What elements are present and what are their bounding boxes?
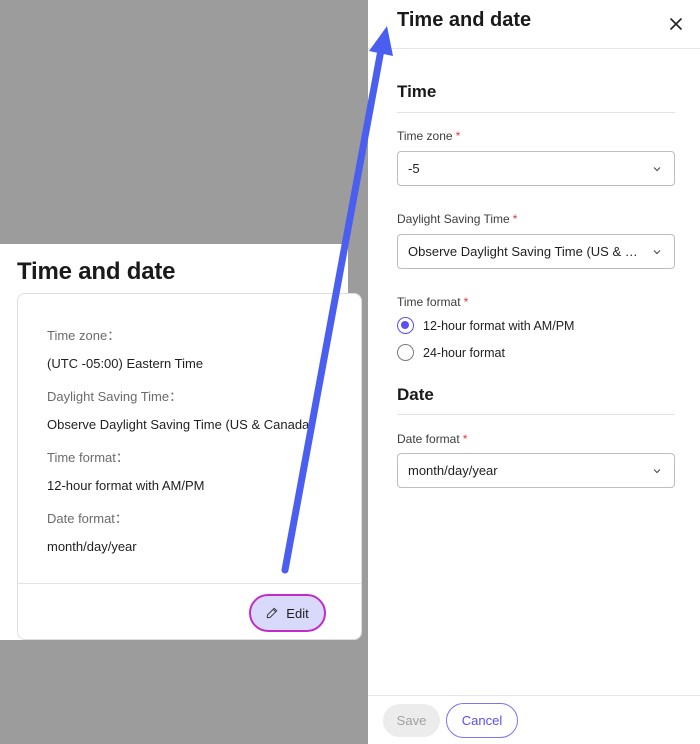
edit-button[interactable]: Edit <box>249 594 326 632</box>
card-title: Time and date <box>17 258 176 285</box>
chevron-down-icon <box>653 167 661 172</box>
date-format-select[interactable]: month/day/year <box>397 453 675 488</box>
time-format-field-label: Time format * <box>397 295 468 309</box>
close-icon <box>670 18 682 30</box>
time-zone-field-label-text: Time zone <box>397 129 453 143</box>
edit-button-label: Edit <box>286 605 309 621</box>
chevron-down-icon <box>653 250 661 255</box>
radio-24-hour-label: 24-hour format <box>423 345 505 360</box>
date-format-select-value: month/day/year <box>408 463 498 478</box>
close-button[interactable] <box>666 14 686 34</box>
radio-unselected-icon[interactable] <box>397 344 414 361</box>
card-details: Time zone： (UTC -05:00) Eastern Time Day… <box>17 293 362 640</box>
time-section-title: Time <box>397 82 437 101</box>
time-zone-select[interactable]: -5 <box>397 151 675 186</box>
time-format-field-label-text: Time format <box>397 295 461 309</box>
required-asterisk: * <box>462 432 468 446</box>
time-zone-label: Time zone： <box>47 328 121 343</box>
time-format-value: 12-hour format with AM/PM <box>47 478 205 493</box>
dst-label: Daylight Saving Time： <box>47 389 183 404</box>
pencil-icon <box>267 607 278 619</box>
radio-12-hour[interactable]: 12-hour format with AM/PM <box>397 317 574 334</box>
time-format-label: Time format： <box>47 450 129 465</box>
footer-divider <box>368 695 700 696</box>
save-button[interactable]: Save <box>383 704 440 737</box>
date-section-divider <box>397 414 675 415</box>
radio-24-hour[interactable]: 24-hour format <box>397 344 505 361</box>
dst-field-label: Daylight Saving Time * <box>397 212 517 226</box>
date-section-title: Date <box>397 385 434 404</box>
date-format-field-label-text: Date format <box>397 432 460 446</box>
time-zone-select-value: -5 <box>408 161 420 176</box>
dst-select[interactable]: Observe Daylight Saving Time (US & Ca... <box>397 234 675 269</box>
dst-select-value: Observe Daylight Saving Time (US & Ca... <box>408 244 644 259</box>
time-zone-field-label: Time zone * <box>397 129 460 143</box>
date-format-label: Date format： <box>47 511 128 526</box>
time-zone-value: (UTC -05:00) Eastern Time <box>47 356 204 371</box>
cancel-button[interactable]: Cancel <box>446 703 518 738</box>
header-divider <box>368 48 700 49</box>
drawer-title: Time and date <box>397 9 532 31</box>
date-format-field-label: Date format * <box>397 432 467 446</box>
radio-12-hour-label: 12-hour format with AM/PM <box>423 318 575 333</box>
radio-selected-icon[interactable] <box>397 317 414 334</box>
time-section-divider <box>397 112 675 113</box>
dst-value: Observe Daylight Saving Time (US & Canad… <box>47 417 314 432</box>
time-date-card: Time and date Time zone： (UTC -05:00) Ea… <box>0 244 362 640</box>
card-divider <box>18 583 361 584</box>
chevron-down-icon <box>653 469 661 474</box>
date-format-value: month/day/year <box>47 539 137 554</box>
required-asterisk: * <box>463 295 469 309</box>
time-date-drawer: Time and date Time Time zone * -5 Dayligh… <box>368 0 700 744</box>
required-asterisk: * <box>512 212 518 226</box>
required-asterisk: * <box>455 129 461 143</box>
dst-field-label-text: Daylight Saving Time <box>397 212 510 226</box>
